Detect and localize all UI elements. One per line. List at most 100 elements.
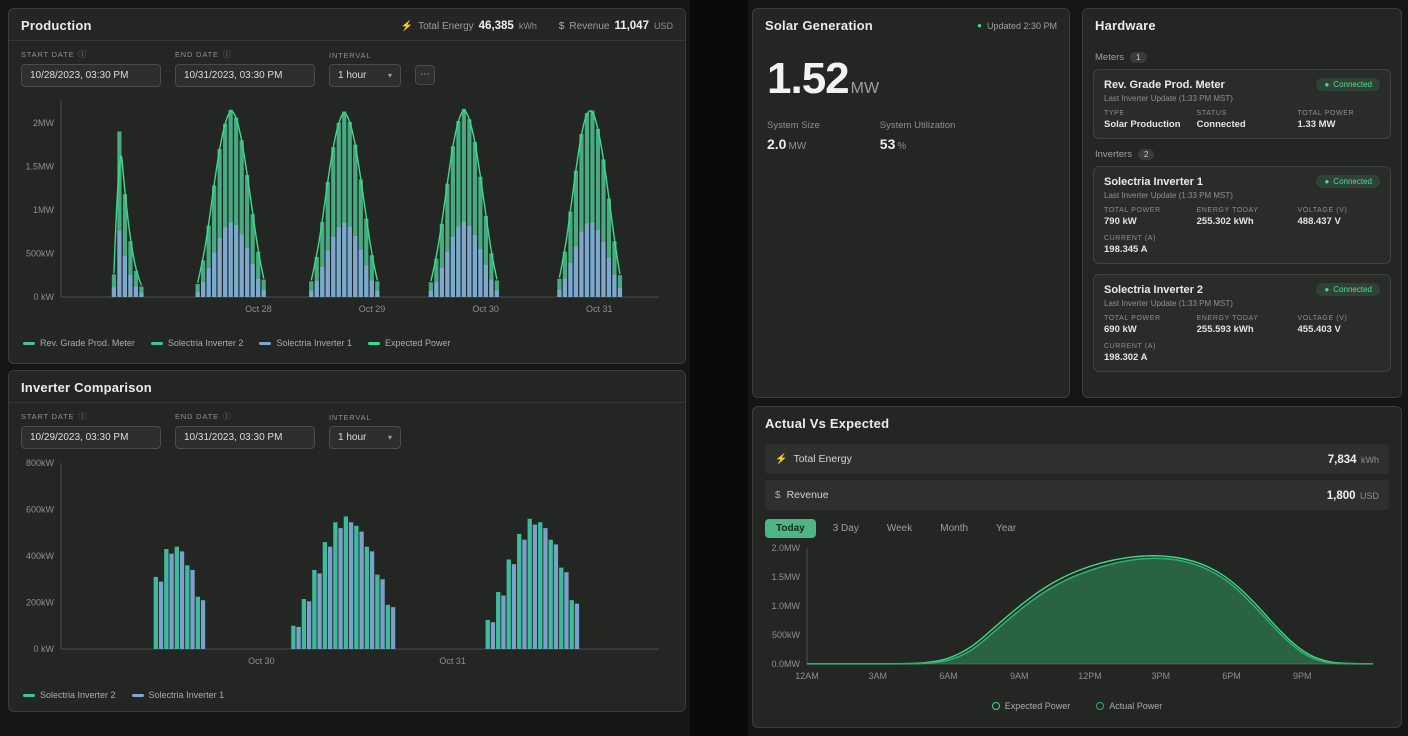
field-voltage: Voltage (V)455.403 V [1298,315,1381,335]
svg-text:400kW: 400kW [26,551,55,561]
end-date-input[interactable] [175,426,315,449]
comparison-chart: 800kW600kW400kW200kW0 kWOct 30Oct 31 [17,455,671,683]
interval-field: Interval 1 hour ▾ [329,413,401,449]
updated-text: Updated 2:30 PM [987,21,1057,31]
start-date-field: Start Dateⓘ [21,411,161,449]
current-generation-value: 1.52MW [753,40,1069,108]
legend-item-inverter-1[interactable]: Solectria Inverter 1 [259,338,352,348]
stat-label: Total Energy [418,21,474,32]
inverter-2-card[interactable]: Solectria Inverter 2 ●Connected Last Inv… [1093,274,1391,372]
end-date-field: End Dateⓘ [175,49,315,87]
meter-last-update: Last Inverter Update (1:33 PM MST) [1104,94,1380,103]
column-divider [690,0,748,736]
system-size-unit: MW [788,141,806,152]
legend-item-expected[interactable]: Expected Power [368,338,451,348]
inverter-2-swatch [23,694,35,697]
start-date-field: Start Dateⓘ [21,49,161,87]
svg-text:200kW: 200kW [26,598,55,608]
production-legend: Rev. Grade Prod. Meter Solectria Inverte… [9,336,685,350]
legend-item-meter[interactable]: Rev. Grade Prod. Meter [23,338,135,348]
inverters-label: Inverters [1095,149,1132,160]
stat-label: Revenue [569,21,609,32]
actual-vs-expected-panel: Actual Vs Expected ⚡Total Energy 7,834 k… [752,406,1402,728]
stat-value: 46,385 [479,20,514,32]
meter-card[interactable]: Rev. Grade Prod. Meter ●Connected Last I… [1093,69,1391,139]
updated-status: ● Updated 2:30 PM [977,21,1057,31]
chevron-down-icon: ▾ [388,433,392,442]
info-icon: ⓘ [78,49,87,60]
tab-year[interactable]: Year [985,519,1027,538]
legend-item-inverter-1[interactable]: Solectria Inverter 1 [132,690,225,700]
production-chart-area: 2MW1.5MW1MW500kW0 kWOct 28Oct 29Oct 30Oc… [9,91,685,336]
svg-text:1.5MW: 1.5MW [25,161,54,171]
field-status: StatusConnected [1197,110,1292,130]
svg-text:1.5MW: 1.5MW [771,572,800,582]
hardware-header: Hardware [1083,9,1401,40]
end-date-field: End Dateⓘ [175,411,315,449]
dollar-icon: $ [559,21,565,32]
inverter-1-card[interactable]: Solectria Inverter 1 ●Connected Last Inv… [1093,166,1391,264]
dollar-icon: $ [775,490,781,501]
interval-select[interactable]: 1 hour ▾ [329,426,401,449]
tab-today[interactable]: Today [765,519,816,538]
field-type: TypeSolar Production [1104,110,1191,130]
field-voltage: Voltage (V)488.437 V [1298,207,1381,227]
system-size-field: System Size 2.0MW [767,120,820,152]
field-current: Current (A)198.302 A [1104,343,1191,363]
production-panel: Production ⚡ Total Energy 46,385 kWh $ R… [8,8,686,364]
svg-text:500kW: 500kW [26,248,55,258]
system-fields: System Size 2.0MW System Utilization 53% [753,108,1069,164]
svg-text:9AM: 9AM [1010,671,1029,681]
status-badge: ●Connected [1316,78,1380,91]
start-date-input[interactable] [21,426,161,449]
legend-item-inverter-2[interactable]: Solectria Inverter 2 [23,690,116,700]
svg-text:12PM: 12PM [1078,671,1102,681]
expected-ring-icon [992,702,1000,710]
row-value: 1,800 [1327,490,1356,502]
end-date-input[interactable] [175,64,315,87]
svg-text:Oct 31: Oct 31 [439,656,466,666]
tab-month[interactable]: Month [929,519,979,538]
status-badge: ●Connected [1316,283,1380,296]
end-date-label: End Date [175,412,219,421]
system-size-value: 2.0 [767,136,786,152]
status-dot-icon: ● [1324,285,1329,294]
status-dot-icon: ● [1324,80,1329,89]
generation-unit: MW [851,80,879,97]
avse-total-energy-row: ⚡Total Energy 7,834 kWh [765,444,1389,474]
svg-text:6PM: 6PM [1222,671,1241,681]
svg-text:6AM: 6AM [939,671,958,681]
field-total-power: Total Power690 kW [1104,315,1191,335]
tab-3-day[interactable]: 3 Day [822,519,870,538]
row-unit: kWh [1361,455,1379,465]
svg-text:Oct 29: Oct 29 [359,304,386,314]
legend-item-inverter-2[interactable]: Solectria Inverter 2 [151,338,244,348]
interval-label: Interval [329,413,371,422]
hardware-title: Hardware [1095,18,1156,33]
tab-week[interactable]: Week [876,519,923,538]
svg-text:3AM: 3AM [868,671,887,681]
interval-value: 1 hour [338,70,366,81]
svg-text:Oct 28: Oct 28 [245,304,272,314]
legend-item-expected[interactable]: Expected Power [992,701,1071,711]
interval-value: 1 hour [338,432,366,443]
hardware-panel: Hardware Meters 1 Rev. Grade Prod. Meter… [1082,8,1402,398]
row-label: Total Energy [793,453,851,465]
interval-select[interactable]: 1 hour ▾ [329,64,401,87]
inverter-1-swatch [132,694,144,697]
inverter-comparison-panel: Inverter Comparison Start Dateⓘ End Date… [8,370,686,712]
avse-chart: 2.0MW1.5MW1.0MW500kW0.0MW12AM3AM6AM9AM12… [761,542,1387,694]
production-chart: 2MW1.5MW1MW500kW0 kWOct 28Oct 29Oct 30Oc… [17,93,671,331]
start-date-input[interactable] [21,64,161,87]
stat-unit: USD [654,21,673,31]
meters-count-badge: 1 [1130,52,1146,63]
legend-item-actual[interactable]: Actual Power [1096,701,1162,711]
interval-field: Interval 1 hour ▾ [329,51,401,87]
start-date-label: Start Date [21,412,74,421]
chart-options-button[interactable]: ⋯ [415,65,435,85]
avse-legend: Expected Power Actual Power [753,699,1401,711]
avse-revenue-row: $Revenue 1,800 USD [765,480,1389,510]
generation-number: 1.52 [767,54,849,103]
inverters-count-badge: 2 [1138,149,1154,160]
expected-swatch [368,342,380,345]
